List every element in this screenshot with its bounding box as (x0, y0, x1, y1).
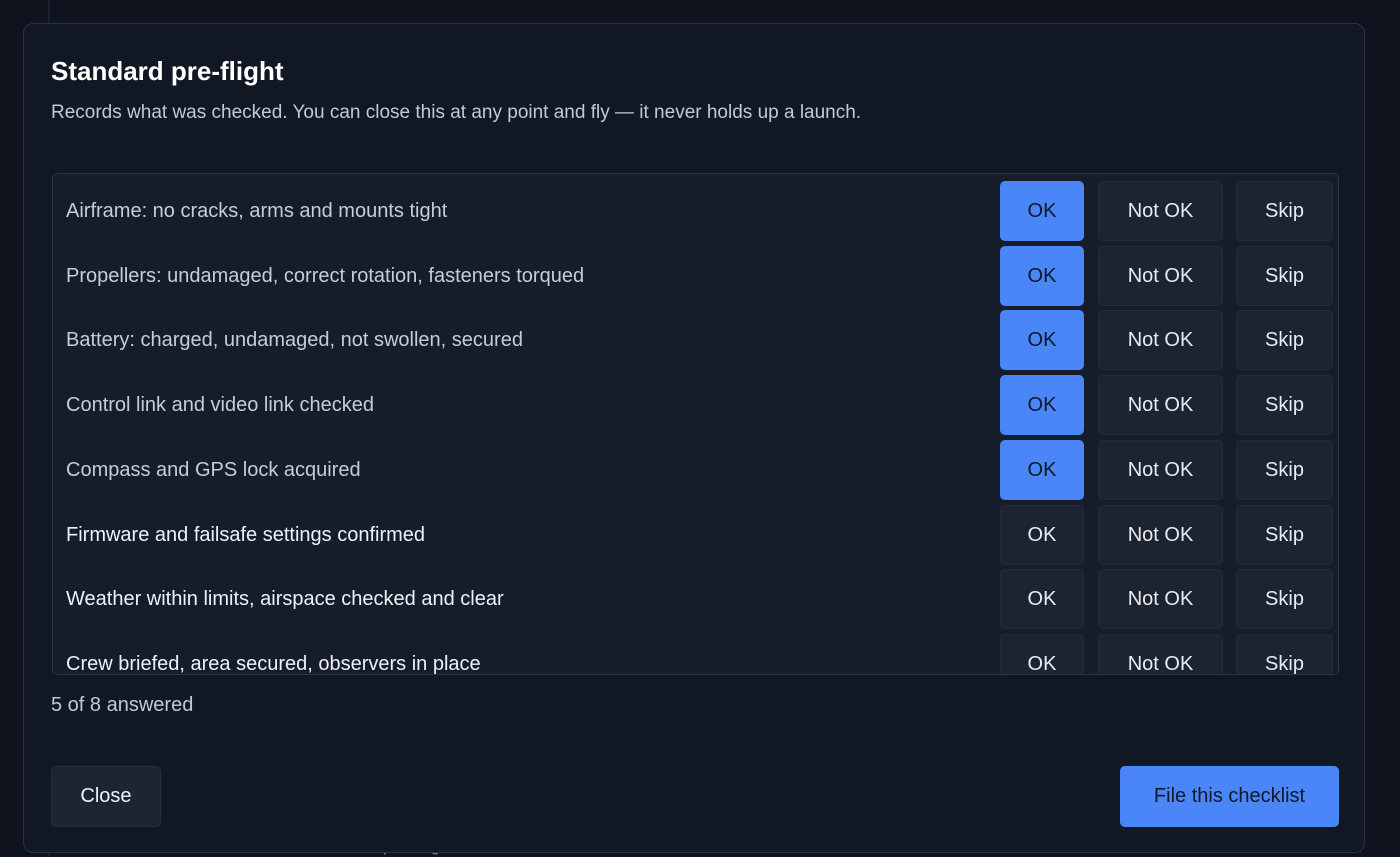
checklist-item: Control link and video link checked OK Not… (53, 375, 1338, 436)
checklist-item-label: Battery: charged, undamaged, not swollen… (66, 329, 523, 352)
checklist-item: Airframe: no cracks, arms and mounts tig… (53, 181, 1338, 241)
checklist-item: Propellers: undamaged, correct rotation,… (53, 245, 1338, 306)
ok-button[interactable]: OK (1000, 569, 1084, 630)
skip-button[interactable]: Skip (1236, 310, 1333, 371)
ok-button[interactable]: OK (1000, 245, 1084, 306)
skip-button[interactable]: Skip (1236, 439, 1333, 500)
ok-button[interactable]: OK (1000, 439, 1084, 500)
skip-button[interactable]: Skip (1236, 375, 1333, 436)
skip-button[interactable]: Skip (1236, 245, 1333, 306)
not-ok-button[interactable]: Not OK (1098, 245, 1223, 306)
not-ok-button[interactable]: Not OK (1098, 633, 1223, 674)
checklist-item: Crew briefed, area secured, observers in… (53, 633, 1338, 675)
checklist-item-label: Firmware and failsafe settings confirmed (66, 523, 426, 546)
skip-button[interactable]: Skip (1236, 633, 1333, 674)
checklist-item: Battery: charged, undamaged, not swollen… (53, 310, 1338, 371)
close-button[interactable]: Close (51, 766, 161, 827)
checklist-item-label: Compass and GPS lock acquired (66, 458, 361, 481)
ok-button[interactable]: OK (1000, 633, 1084, 674)
file-checklist-button[interactable]: File this checklist (1120, 766, 1339, 827)
skip-button[interactable]: Skip (1236, 504, 1333, 565)
checklist-item-label: Airframe: no cracks, arms and mounts tig… (66, 200, 448, 222)
skip-button[interactable]: Skip (1236, 569, 1333, 630)
not-ok-button[interactable]: Not OK (1098, 504, 1223, 565)
checklist-item-label: Weather within limits, airspace checked … (66, 588, 504, 611)
dialog-subtitle: Records what was checked. You can close … (51, 102, 862, 123)
not-ok-button[interactable]: Not OK (1098, 375, 1223, 436)
ok-button[interactable]: OK (1000, 504, 1084, 565)
not-ok-button[interactable]: Not OK (1098, 439, 1223, 500)
checklist-item: Firmware and failsafe settings confirmed… (53, 504, 1338, 565)
checklist-item-label: Control link and video link checked (66, 394, 374, 417)
not-ok-button[interactable]: Not OK (1098, 569, 1223, 630)
checklist-item-label: Crew briefed, area secured, observers in… (66, 652, 481, 675)
ok-button[interactable]: OK (1000, 310, 1084, 371)
skip-button[interactable]: Skip (1236, 181, 1333, 241)
checklist-item-label: Propellers: undamaged, correct rotation,… (66, 264, 585, 287)
checklist-item: Compass and GPS lock acquired OK Not OK Ski… (53, 439, 1338, 500)
ok-button[interactable]: OK (1000, 375, 1084, 436)
progress-count: 5 of 8 answered (51, 694, 194, 716)
checklist-item: Weather within limits, airspace checked … (53, 569, 1338, 630)
not-ok-button[interactable]: Not OK (1098, 181, 1223, 241)
ok-button[interactable]: OK (1000, 181, 1084, 241)
dialog-title: Standard pre-flight (51, 56, 284, 86)
preflight-checklist-dialog: Standard pre-flight Records what was che… (23, 23, 1365, 853)
checklist-list[interactable]: Airframe: no cracks, arms and mounts tig… (52, 173, 1339, 675)
not-ok-button[interactable]: Not OK (1098, 310, 1223, 371)
